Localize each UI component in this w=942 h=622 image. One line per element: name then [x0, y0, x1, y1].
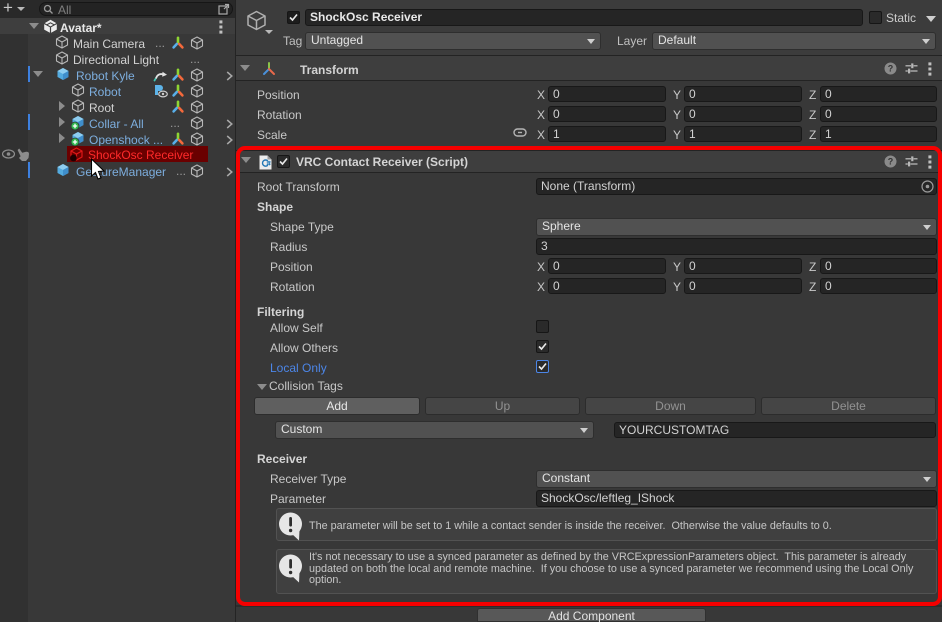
- svg-text:?: ?: [888, 64, 894, 74]
